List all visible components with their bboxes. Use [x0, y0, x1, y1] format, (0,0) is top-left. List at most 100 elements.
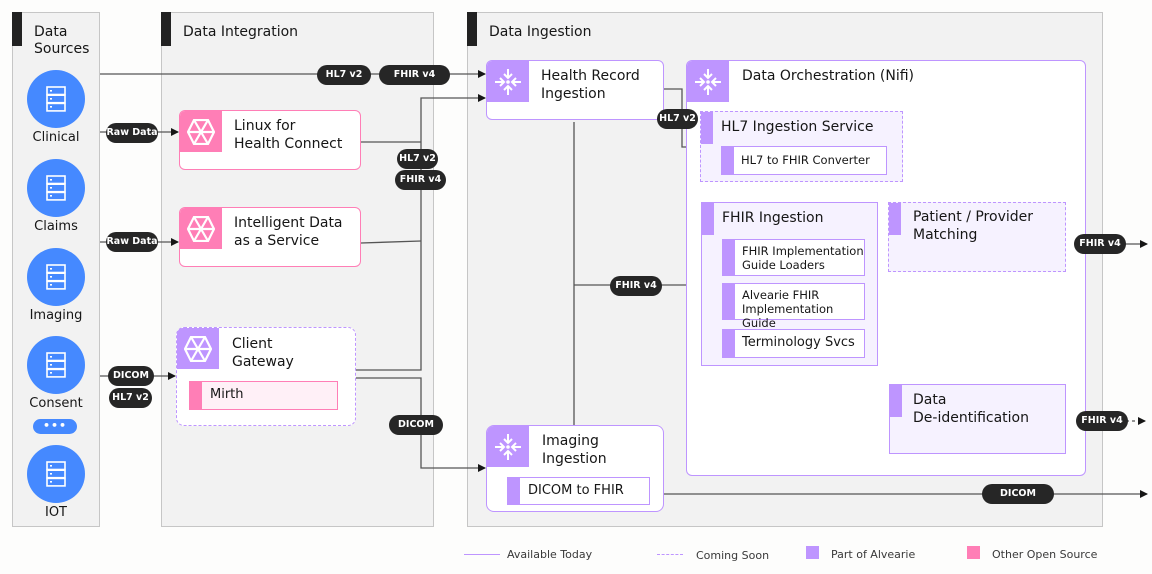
database-icon [27, 336, 85, 394]
title-line: Patient / Provider [913, 209, 1034, 225]
component-label: Mirth [210, 387, 244, 402]
client-gateway-box[interactable]: Client Gateway Mirth [176, 327, 356, 426]
title-line: Imaging [542, 433, 599, 449]
tag-hl7-v2: HL7 v2 [397, 149, 438, 169]
tag-fhir-v4: FHIR v4 [1076, 411, 1128, 431]
fhir-ig-loaders-component[interactable]: FHIR Implementation Guide Loaders [722, 239, 865, 276]
label-line: Alvearie FHIR [742, 288, 820, 302]
box-title: Health Record Ingestion [541, 67, 640, 103]
tag-hl7-v2: HL7 v2 [317, 65, 371, 85]
legend-available-today: Available Today [507, 548, 593, 561]
box-title: Client Gateway [232, 335, 294, 371]
database-icon [27, 70, 85, 128]
fhir-ingestion-box[interactable]: FHIR Ingestion FHIR Implementation Guide… [701, 202, 878, 366]
tag-fhir-v4: FHIR v4 [379, 65, 450, 85]
title-line: Ingestion [541, 86, 606, 102]
title-line: Data [913, 392, 947, 408]
wire-gw-out [356, 94, 486, 371]
tag-hl7-v2: HL7 v2 [657, 109, 698, 129]
box-title: Data De-identification [913, 391, 1029, 427]
hexagon-icon [180, 111, 222, 152]
source-consent[interactable]: Consent [16, 336, 96, 411]
component-label: FHIR Implementation Guide Loaders [742, 244, 864, 272]
label-line: Implementation Guide [742, 302, 834, 330]
more-sources-button[interactable]: ••• [33, 419, 77, 434]
legend-coming-soon: Coming Soon [696, 549, 770, 562]
hexagon-icon [177, 328, 219, 369]
hl7-to-fhir-converter-component[interactable]: HL7 to FHIR Converter [721, 146, 887, 175]
legend-solid-line [464, 554, 500, 555]
alvearie-stripe [723, 240, 735, 275]
open-source-stripe [190, 382, 202, 409]
component-label: Alvearie FHIR Implementation Guide [742, 288, 864, 330]
alvearie-stripe [889, 203, 901, 235]
box-title: FHIR Ingestion [722, 210, 824, 226]
hexagon-icon [180, 208, 222, 249]
converge-icon [687, 61, 729, 102]
title-line: Client [232, 336, 273, 352]
terminology-svcs-component[interactable]: Terminology Svcs [722, 329, 865, 358]
tag-fhir-v4: FHIR v4 [395, 170, 446, 190]
converge-icon [487, 61, 529, 102]
database-icon [27, 159, 85, 217]
label-line: FHIR Implementation [742, 244, 864, 258]
converge-icon [487, 426, 529, 467]
tag-raw-data: Raw Data [106, 123, 158, 143]
alvearie-stripe [723, 284, 735, 319]
alvearie-stripe [722, 147, 734, 174]
label-line: Guide Loaders [742, 258, 825, 272]
title-line: Intelligent Data [234, 215, 343, 231]
component-label: Terminology Svcs [742, 335, 855, 350]
source-label: Clinical [32, 130, 80, 145]
title-line: as a Service [234, 233, 320, 249]
tag-dicom: DICOM [389, 415, 443, 435]
patient-provider-matching-box[interactable]: Patient / Provider Matching [888, 202, 1066, 272]
title-line: De-identification [913, 410, 1029, 426]
alvearie-stripe [701, 112, 713, 144]
tag-dicom: DICOM [108, 366, 154, 386]
dicom-to-fhir-component[interactable]: DICOM to FHIR [507, 477, 650, 505]
alvearie-stripe [702, 203, 714, 235]
database-icon [27, 248, 85, 306]
wire-idaas-out [360, 240, 422, 244]
title-line: Linux for [234, 118, 296, 134]
component-label: HL7 to FHIR Converter [741, 153, 870, 167]
box-title: Imaging Ingestion [542, 432, 607, 468]
title-line: Health Connect [234, 136, 343, 152]
title-line: Matching [913, 227, 978, 243]
alvearie-stripe [508, 478, 520, 504]
tag-fhir-v4: FHIR v4 [1074, 234, 1126, 254]
legend-part-of-alvearie: Part of Alvearie [831, 548, 916, 561]
tag-raw-data: Raw Data [106, 232, 158, 252]
source-iot[interactable]: IOT [16, 445, 96, 520]
source-label: Imaging [29, 308, 83, 323]
source-imaging[interactable]: Imaging [16, 248, 96, 323]
alvearie-stripe [890, 385, 902, 417]
health-record-ingestion-box[interactable]: Health Record Ingestion [486, 60, 664, 120]
hl7-ingestion-service-box[interactable]: HL7 Ingestion Service HL7 to FHIR Conver… [700, 111, 903, 182]
box-title: Linux for Health Connect [234, 117, 342, 153]
alvearie-fhir-ig-component[interactable]: Alvearie FHIR Implementation Guide [722, 283, 865, 330]
linux-for-health-connect-box[interactable]: Linux for Health Connect [179, 110, 361, 170]
data-deidentification-box[interactable]: Data De-identification [889, 384, 1066, 454]
legend: Available Today Coming Soon Part of Alve… [462, 546, 1142, 563]
box-title: Intelligent Data as a Service [234, 214, 343, 250]
legend-dashed-line [657, 554, 683, 555]
intelligent-data-as-a-service-box[interactable]: Intelligent Data as a Service [179, 207, 361, 267]
mirth-component[interactable]: Mirth [189, 381, 338, 410]
title-line: Health Record [541, 68, 640, 84]
tag-dicom: DICOM [982, 484, 1054, 504]
tag-hl7-v2: HL7 v2 [109, 388, 152, 408]
source-claims[interactable]: Claims [16, 159, 96, 234]
component-label: DICOM to FHIR [528, 483, 624, 498]
title-line: Ingestion [542, 451, 607, 467]
box-title: HL7 Ingestion Service [721, 119, 874, 135]
imaging-ingestion-box[interactable]: Imaging Ingestion DICOM to FHIR [486, 425, 664, 512]
source-label: Consent [29, 396, 83, 411]
legend-other-open-source: Other Open Source [992, 548, 1098, 561]
source-clinical[interactable]: Clinical [16, 70, 96, 145]
panel-title: Data Orchestration (Nifi) [742, 68, 915, 84]
legend-alvearie-swatch [806, 546, 819, 559]
box-title: Patient / Provider Matching [913, 208, 1033, 244]
source-label: IOT [44, 505, 67, 520]
